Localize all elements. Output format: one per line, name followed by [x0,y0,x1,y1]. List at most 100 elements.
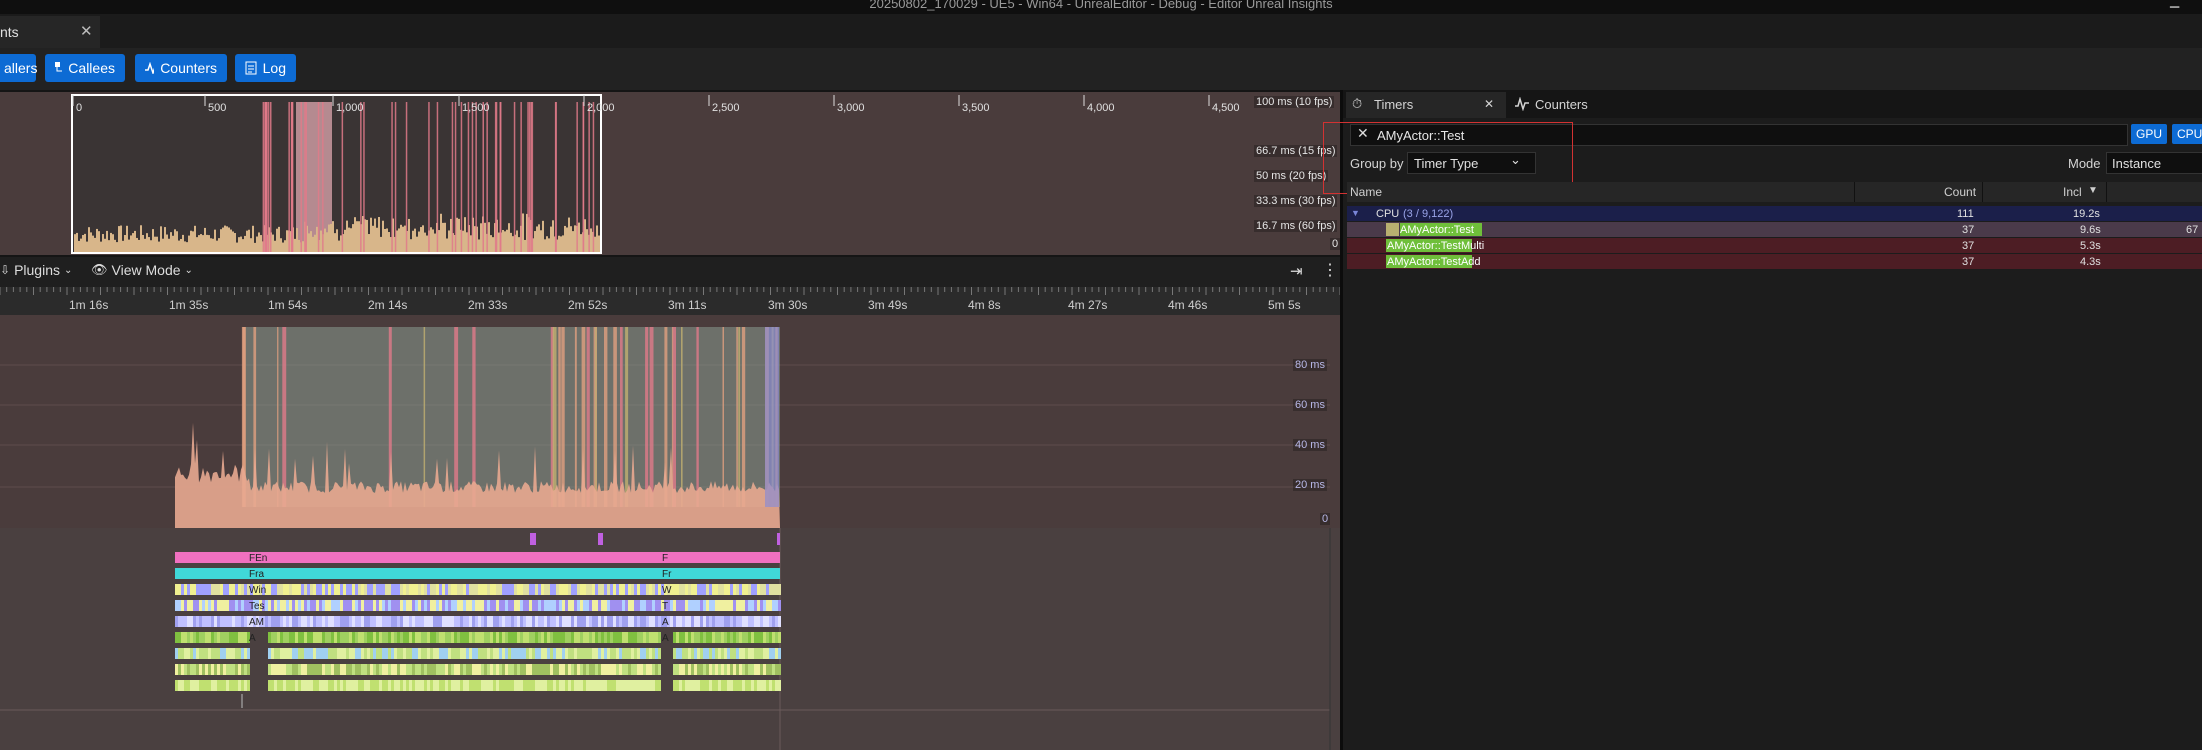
log-button-label: Log [262,60,286,76]
track-event-label: A [662,617,669,628]
frames-axis-tick: 1,000 [336,102,364,114]
track-event-label: A [662,633,669,644]
expand-arrow-icon[interactable]: ▼ [1351,208,1360,218]
column-header-name[interactable]: Name [1350,185,1382,199]
tab-timers-close-icon[interactable]: ✕ [1484,97,1494,111]
tab-counters-label: Counters [1535,97,1588,112]
time-ruler-tick: 2m 14s [368,298,408,312]
time-ruler-tick: 4m 27s [1068,298,1108,312]
timer-name: AMyActor::TestMulti [1387,240,1485,252]
cpu-filter-chip[interactable]: CPU [2172,124,2202,144]
view-mode-label: View Mode [111,262,181,278]
timer-count: 37 [1962,256,1975,268]
cpu-count: 111 [1957,208,1974,220]
tab-timers[interactable] [1346,92,1506,118]
frames-axis-tick: 4,000 [1087,102,1115,114]
callees-button-label: Callees [68,60,115,76]
counters-icon [1515,97,1529,111]
track-event-label: T [662,601,669,612]
counters-icon [145,62,155,74]
callees-button[interactable]: Callees [45,54,125,82]
sort-descending-icon: ▼ [2088,185,2098,196]
track-event-label: Tes [249,601,265,612]
frames-axis-tick: 4,500 [1212,102,1240,114]
fps-label: 100 ms (10 fps) [1254,96,1335,108]
time-ruler-tick: 1m 54s [268,298,308,312]
tab-timers-label: Timers [1374,97,1414,112]
callers-button[interactable]: allers [0,54,38,82]
timer-incl: 4.3s [2080,256,2101,268]
timer-excl: 67 [2186,224,2199,236]
more-options-icon[interactable]: ⋮ [1322,260,1338,280]
track-event-label: Fra [249,569,264,580]
track-event-label: FEn [249,553,268,564]
frame-time-graph-label: 0 [1320,513,1331,525]
fps-label: 33.3 ms (30 fps) [1254,195,1338,207]
window-title: 20250802_170029 - UE5 - Win64 - UnrealEd… [869,0,1333,11]
time-ruler-tick: 4m 46s [1168,298,1208,312]
timing-toolbar [0,257,1342,287]
frames-axis-tick: 3,000 [837,102,865,114]
chevron-down-icon: ⌄ [184,264,193,276]
callers-button-label: allers [4,60,38,76]
cpu-incl: 19.2s [2073,208,2100,220]
cpu-group-name: CPU [1376,208,1400,220]
frame-time-graph-label: 60 ms [1293,399,1327,411]
time-ruler-tick: 1m 35s [169,298,209,312]
frame-time-graph-label: 20 ms [1293,479,1327,491]
time-ruler-tick: 3m 30s [768,298,808,312]
column-header-count[interactable]: Count [1944,185,1976,199]
document-tab-bar [0,14,2202,48]
cpu-group-count-summary: (3 / 9,122) [1403,208,1454,220]
frame-bars [72,95,601,253]
frame-time-graph-plot [0,327,1330,528]
column-divider [2106,182,2107,202]
mode-value: Instance [2112,156,2162,171]
frames-axis-tick: 1,500 [462,102,490,114]
timer-name: AMyActor::Test [1400,224,1474,236]
timer-icon: ⏱ [1352,96,1363,111]
time-ruler-tick: 2m 33s [468,298,508,312]
gpu-filter-chip[interactable]: GPU [2131,124,2168,144]
time-ruler-tick: 3m 11s [668,298,707,312]
frames-axis-tick: 2,000 [587,102,615,114]
view-mode-menu[interactable]: 👁 View Mode ⌄ [91,262,193,278]
plugins-label: Plugins [14,262,60,278]
plugins-icon: ⇩ [0,263,11,277]
document-tab-label: nts [0,24,19,40]
track-event-label: Win [249,585,267,596]
fps-label: 16.7 ms (60 fps) [1254,220,1338,232]
window-close-icon[interactable]: ▁ [2170,0,2179,8]
time-ruler-tick: 3m 49s [868,298,908,312]
time-ruler-tick: 4m 8s [968,298,1001,312]
timer-color-swatch [1386,223,1399,236]
main-toolbar [0,48,2202,90]
track-event-label: AM [249,617,264,628]
time-ruler-tick: 5m 5s [1268,298,1301,312]
time-ruler-tick: 2m 52s [568,298,608,312]
track-event-label: F [662,553,669,564]
counters-button[interactable]: Counters [135,54,227,82]
track-event-label: W [662,585,672,596]
timer-incl: 9.6s [2080,224,2101,236]
track-event-label: A [249,633,256,644]
eye-icon: 👁 [91,262,108,277]
auto-scroll-icon[interactable]: ⇥ [1290,262,1303,280]
chevron-down-icon: ⌄ [63,264,73,276]
time-ruler-tick: 1m 16s [69,298,109,312]
fps-label: 0 [1330,238,1341,250]
frames-graph[interactable] [0,92,1340,255]
callees-icon [55,62,63,72]
document-tab-close-icon[interactable]: ✕ [80,22,93,40]
column-header-incl[interactable]: Incl [2063,185,2082,199]
frames-axis-tick: 500 [208,102,227,114]
timer-count: 37 [1962,240,1975,252]
frames-axis-tick: 0 [76,102,83,114]
frame-time-graph-label: 80 ms [1293,359,1327,371]
frames-axis-tick: 3,500 [962,102,990,114]
fps-label: 50 ms (20 fps) [1254,170,1329,182]
timing-tracks-plot [0,528,1331,750]
plugins-menu[interactable]: ⇩ Plugins ⌄ [0,262,72,278]
log-button[interactable]: Log [235,54,296,82]
timer-name: AMyActor::TestAdd [1387,256,1481,268]
